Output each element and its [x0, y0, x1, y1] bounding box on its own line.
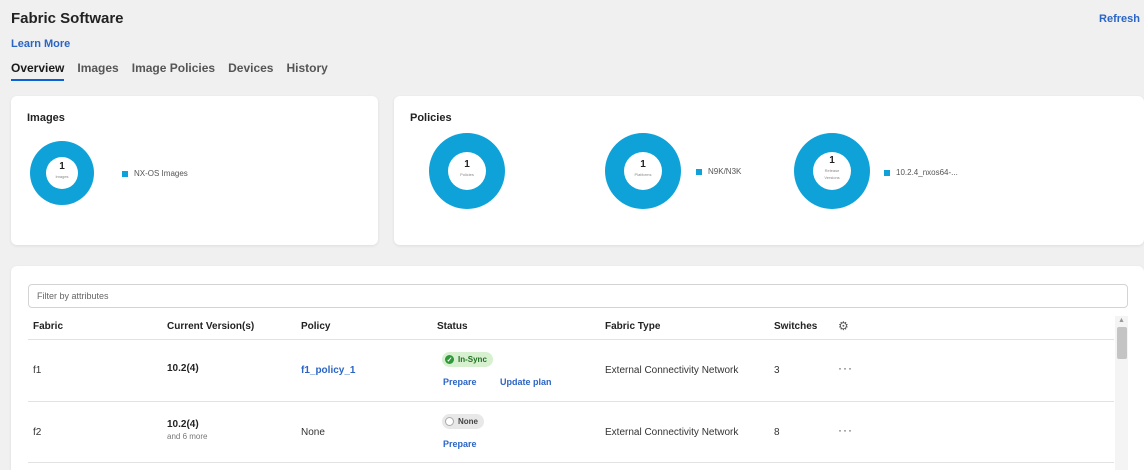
release-donut-label: Release — [824, 168, 840, 173]
row-2-more-actions-icon[interactable]: ··· — [838, 423, 853, 437]
images-legend-label: NX-OS Images — [134, 169, 188, 178]
row-1-fabric: f1 — [33, 365, 42, 376]
filter-input[interactable] — [29, 285, 1127, 307]
refresh-link[interactable]: Refresh — [1099, 13, 1140, 25]
column-header-status[interactable]: Status — [437, 321, 468, 332]
platforms-donut-chart: 1 Platforms — [605, 133, 681, 209]
column-header-fabric[interactable]: Fabric — [33, 321, 63, 332]
row-divider — [28, 462, 1114, 463]
tab-history[interactable]: History — [286, 61, 327, 81]
versions-donut-label: Versions — [824, 175, 840, 180]
scrollbar-thumb[interactable] — [1117, 327, 1127, 359]
policies-card-title: Policies — [410, 112, 452, 124]
empty-circle-icon — [445, 417, 454, 426]
policies-donut-chart: 1 Policies — [429, 133, 505, 209]
row-2-fabric-type: External Connectivity Network — [605, 427, 739, 438]
row-2-switches: 8 — [774, 427, 780, 438]
platforms-count: 1 — [640, 159, 646, 170]
column-header-current-versions[interactable]: Current Version(s) — [167, 321, 254, 332]
tab-bar: Overview Images Image Policies Devices H… — [11, 61, 341, 81]
tab-devices[interactable]: Devices — [228, 61, 273, 81]
row-1-policy-link[interactable]: f1_policy_1 — [301, 365, 355, 376]
row-2-version-more: and 6 more — [167, 432, 208, 441]
legend-swatch — [884, 169, 890, 176]
row-2-version: 10.2(4) — [167, 419, 199, 430]
scroll-up-arrow-icon[interactable]: ▲ — [1118, 317, 1125, 324]
learn-more-link[interactable]: Learn More — [11, 38, 70, 50]
tab-image-policies[interactable]: Image Policies — [132, 61, 215, 81]
images-card-title: Images — [27, 112, 65, 124]
legend-swatch — [122, 170, 128, 177]
policies-card: Policies 1 Policies 1 Platforms N9K/N3K … — [394, 96, 1144, 245]
images-legend: NX-OS Images — [122, 169, 188, 178]
release-versions-legend: 10.2.4_nxos64-... — [884, 168, 958, 177]
release-versions-legend-label: 10.2.4_nxos64-... — [896, 168, 958, 177]
images-count: 1 — [59, 161, 65, 172]
page-title: Fabric Software — [11, 10, 124, 27]
header-divider — [28, 339, 1114, 340]
policies-donut-label: Policies — [460, 172, 474, 177]
platforms-legend: N9K/N3K — [696, 167, 741, 176]
check-icon: ✓ — [445, 355, 454, 364]
gear-icon[interactable]: ⚙ — [838, 319, 849, 333]
platforms-legend-label: N9K/N3K — [708, 167, 742, 176]
row-2-status-badge: None — [442, 414, 484, 429]
filter-field[interactable] — [28, 284, 1128, 308]
tab-overview[interactable]: Overview — [11, 61, 65, 81]
legend-swatch — [696, 168, 702, 175]
images-donut-label: Images — [55, 174, 69, 179]
row-2-status-label: None — [458, 417, 478, 426]
row-1-more-actions-icon[interactable]: ··· — [838, 361, 853, 375]
column-header-policy[interactable]: Policy — [301, 321, 330, 332]
column-header-switches[interactable]: Switches — [774, 321, 817, 332]
row-1-version: 10.2(4) — [167, 363, 199, 374]
row-2-fabric: f2 — [33, 427, 42, 438]
tab-images[interactable]: Images — [77, 61, 118, 81]
row-1-status-label: In-Sync — [458, 355, 487, 364]
row-1-status-badge: ✓ In-Sync — [442, 352, 493, 367]
release-versions-count: 1 — [829, 155, 835, 166]
release-versions-donut-chart: 1 Release Versions — [794, 133, 870, 209]
row-divider — [28, 401, 1114, 402]
row-1-prepare-button[interactable]: Prepare — [443, 377, 477, 387]
row-1-switches: 3 — [774, 365, 780, 376]
policies-count: 1 — [464, 159, 470, 170]
images-card: Images 1 Images NX-OS Images — [11, 96, 378, 245]
page-header: Fabric Software Refresh Learn More Overv… — [0, 0, 1144, 90]
platforms-donut-label: Platforms — [634, 172, 652, 177]
row-1-update-plan-button[interactable]: Update plan — [500, 377, 552, 387]
row-2-policy: None — [301, 427, 325, 438]
row-1-fabric-type: External Connectivity Network — [605, 365, 739, 376]
row-2-prepare-button[interactable]: Prepare — [443, 439, 477, 449]
images-donut-chart: 1 Images — [30, 141, 94, 205]
column-header-fabric-type[interactable]: Fabric Type — [605, 321, 660, 332]
